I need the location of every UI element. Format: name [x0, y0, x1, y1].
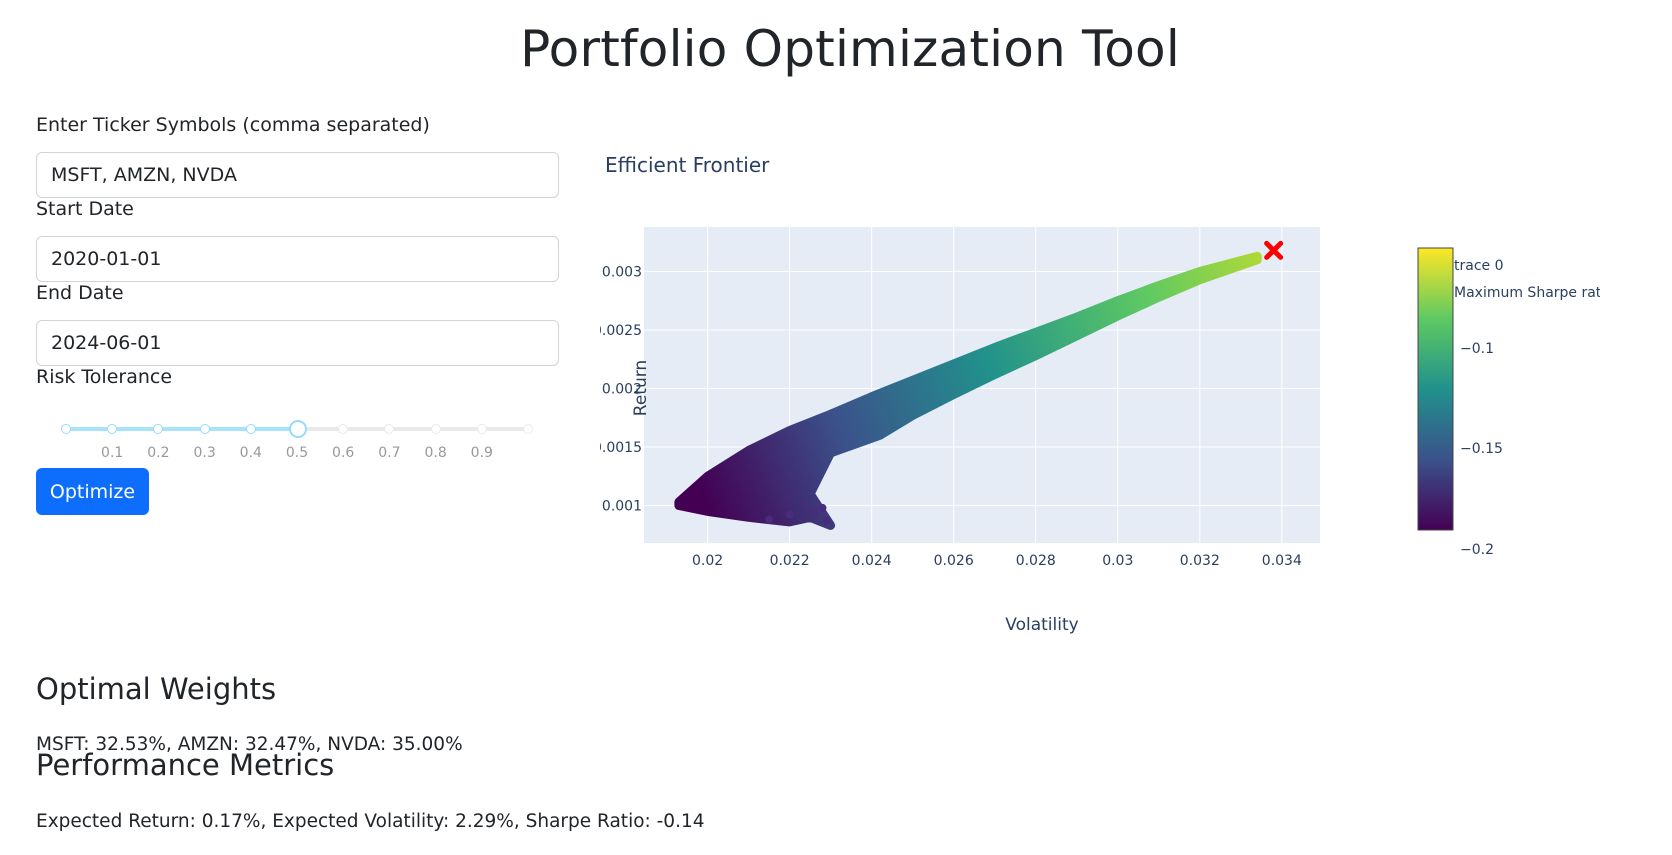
page-title: Portfolio Optimization Tool — [520, 20, 1180, 78]
slider-mark-label: 0.8 — [424, 445, 447, 461]
y-tick-label: 0.0025 — [600, 323, 642, 339]
risk-tolerance-label: Risk Tolerance — [36, 366, 173, 388]
slider-dot[interactable] — [338, 424, 349, 434]
slider-dot[interactable] — [384, 424, 395, 434]
y-tick-label: 0.0015 — [600, 440, 642, 456]
slider-dot[interactable] — [430, 424, 441, 434]
y-tick-label: 0.003 — [602, 264, 642, 280]
x-tick-label: 0.02 — [692, 553, 723, 569]
scatter-point — [818, 503, 827, 512]
y-axis-label: Return — [631, 360, 651, 416]
slider-dot[interactable] — [476, 424, 487, 434]
tickers-label: Enter Ticker Symbols (comma separated) — [36, 114, 430, 136]
scatter-point — [765, 515, 774, 524]
legend-max-sharpe: Maximum Sharpe ratio — [1454, 285, 1600, 301]
performance-metrics-text: Expected Return: 0.17%, Expected Volatil… — [36, 811, 705, 832]
slider-dot[interactable] — [107, 424, 118, 434]
x-tick-label: 0.03 — [1102, 553, 1133, 569]
end-date-label: End Date — [36, 282, 124, 304]
slider-mark-label: 0.9 — [470, 445, 493, 461]
slider-mark-label: 0.3 — [193, 445, 216, 461]
colorbar-tick: −0.1 — [1460, 341, 1494, 357]
end-date-input[interactable] — [36, 320, 559, 366]
colorbar-tick: −0.2 — [1460, 542, 1494, 558]
slider-mark-label: 0.1 — [101, 445, 124, 461]
x-tick-label: 0.022 — [770, 553, 810, 569]
y-tick-label: 0.001 — [602, 499, 642, 515]
chart-title: Efficient Frontier — [605, 153, 770, 177]
slider-dot[interactable] — [153, 424, 164, 434]
slider-dot[interactable] — [523, 424, 533, 434]
slider-dot[interactable] — [199, 424, 210, 434]
slider-mark-label: 0.6 — [332, 445, 355, 461]
x-tick-label: 0.026 — [934, 553, 974, 569]
optimize-button[interactable]: Optimize — [36, 468, 149, 515]
colorbar-tick: −0.15 — [1460, 441, 1503, 457]
slider-mark-label: 0.7 — [378, 445, 401, 461]
slider-track — [66, 427, 297, 431]
slider-mark-label: 0.2 — [147, 445, 170, 461]
tickers-input[interactable] — [36, 152, 559, 198]
x-tick-label: 0.024 — [852, 553, 892, 569]
scatter-point — [810, 507, 819, 516]
colorbar — [1417, 247, 1454, 531]
efficient-frontier-chart: Efficient Frontier 0.02 0.022 0.024 0.026 0.… — [600, 153, 1600, 635]
scatter-point — [822, 516, 831, 525]
x-axis-label: Volatility — [1005, 615, 1078, 635]
slider-dot[interactable] — [245, 424, 256, 434]
scatter-point — [802, 501, 811, 510]
performance-metrics-title: Performance Metrics — [36, 748, 335, 782]
slider-handle[interactable] — [289, 420, 307, 438]
start-date-label: Start Date — [36, 198, 134, 220]
slider-mark-label: 0.5 — [285, 445, 309, 461]
scatter-point — [785, 510, 794, 519]
start-date-input[interactable] — [36, 236, 559, 282]
x-tick-label: 0.034 — [1262, 553, 1302, 569]
x-tick-label: 0.032 — [1180, 553, 1220, 569]
x-tick-label: 0.028 — [1016, 553, 1056, 569]
slider-dot[interactable] — [61, 424, 71, 434]
optimal-weights-title: Optimal Weights — [36, 672, 277, 706]
legend-trace-0: trace 0 — [1454, 258, 1504, 274]
slider-mark-label: 0.4 — [239, 445, 262, 461]
